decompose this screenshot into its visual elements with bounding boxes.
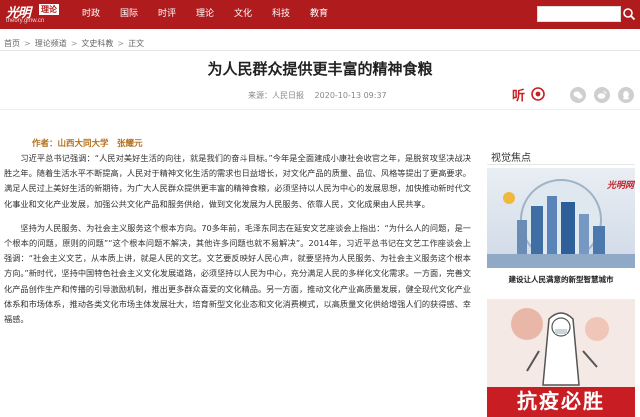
- breadcrumb: 首页 > 理论频道 > 文史科教 > 正文: [4, 38, 144, 49]
- sidebar-focus-image-anti-epidemic[interactable]: 抗疫必胜: [487, 299, 635, 417]
- audio-wave-icon: [531, 87, 545, 101]
- search-icon[interactable]: [622, 7, 636, 21]
- qq-icon: [623, 91, 629, 100]
- nav-item-commentary[interactable]: 时评: [158, 0, 196, 29]
- sidebar-heading: 视觉焦点: [491, 153, 531, 164]
- article-meta: 来源：人民日报 2020-10-13 09:37: [248, 90, 387, 101]
- wechat-icon: [573, 91, 583, 99]
- nav-item-international[interactable]: 国际: [120, 0, 158, 29]
- nav-item-technology[interactable]: 科技: [272, 0, 310, 29]
- nav-item-theory[interactable]: 理论: [196, 0, 234, 29]
- share-qq-button[interactable]: [618, 87, 634, 103]
- nav-item-politics[interactable]: 时政: [82, 0, 120, 29]
- svg-text:光明网: 光明网: [606, 180, 635, 191]
- smart-city-illustration: 光明网: [487, 168, 635, 268]
- article-body: 习近平总书记强调：“人民对美好生活的向往，就是我们的奋斗目标。”今年是全面建成小…: [4, 151, 471, 336]
- breadcrumb-home[interactable]: 首页: [4, 38, 20, 49]
- article-source: 来源：人民日报: [248, 91, 304, 100]
- share-wechat-button[interactable]: [570, 87, 586, 103]
- weibo-icon: [597, 91, 607, 99]
- search-input[interactable]: [537, 6, 621, 22]
- top-nav-bar: 光明 理论 theory.gmw.cn 时政 国际 时评 理论 文化 科技 教育: [0, 0, 640, 29]
- breadcrumb-history-sci-edu[interactable]: 文史科教: [81, 38, 113, 49]
- poster-text: 抗疫必胜: [517, 389, 605, 413]
- nav-item-culture[interactable]: 文化: [234, 0, 272, 29]
- divider: [487, 164, 635, 165]
- logo-url: theory.gmw.cn: [6, 18, 45, 24]
- article-date: 2020-10-13 09:37: [314, 91, 387, 100]
- sidebar-caption[interactable]: 建设让人民满意的新型智慧城市: [487, 274, 635, 285]
- article-title: 为人民群众提供更丰富的精神食粮: [207, 60, 433, 78]
- site-logo[interactable]: 光明 理论 theory.gmw.cn: [6, 2, 66, 27]
- breadcrumb-current: 正文: [128, 39, 145, 48]
- nav-item-education[interactable]: 教育: [310, 0, 348, 29]
- breadcrumb-separator: >: [70, 39, 78, 48]
- divider: [0, 50, 640, 51]
- divider: [0, 109, 640, 110]
- main-nav: 时政 国际 时评 理论 文化 科技 教育: [82, 0, 348, 29]
- logo-badge: 理论: [39, 4, 59, 15]
- sidebar-focus-image-smart-city[interactable]: 光明网: [487, 168, 635, 268]
- breadcrumb-separator: >: [24, 39, 31, 48]
- breadcrumb-separator: >: [117, 39, 125, 48]
- breadcrumb-theory-channel[interactable]: 理论频道: [35, 38, 67, 49]
- article-paragraph: 坚持为人民服务、为社会主义服务这个根本方向。70多年前，毛泽东同志在延安文艺座谈…: [4, 222, 471, 325]
- listen-button[interactable]: 听: [512, 84, 546, 106]
- listen-label: 听: [512, 89, 526, 104]
- article-author: 作者：山西大同大学 张耀元: [32, 139, 143, 149]
- article-paragraph: 习近平总书记强调：“人民对美好生活的向往，就是我们的奋斗目标。”今年是全面建成小…: [4, 153, 471, 209]
- share-weibo-button[interactable]: [594, 87, 610, 103]
